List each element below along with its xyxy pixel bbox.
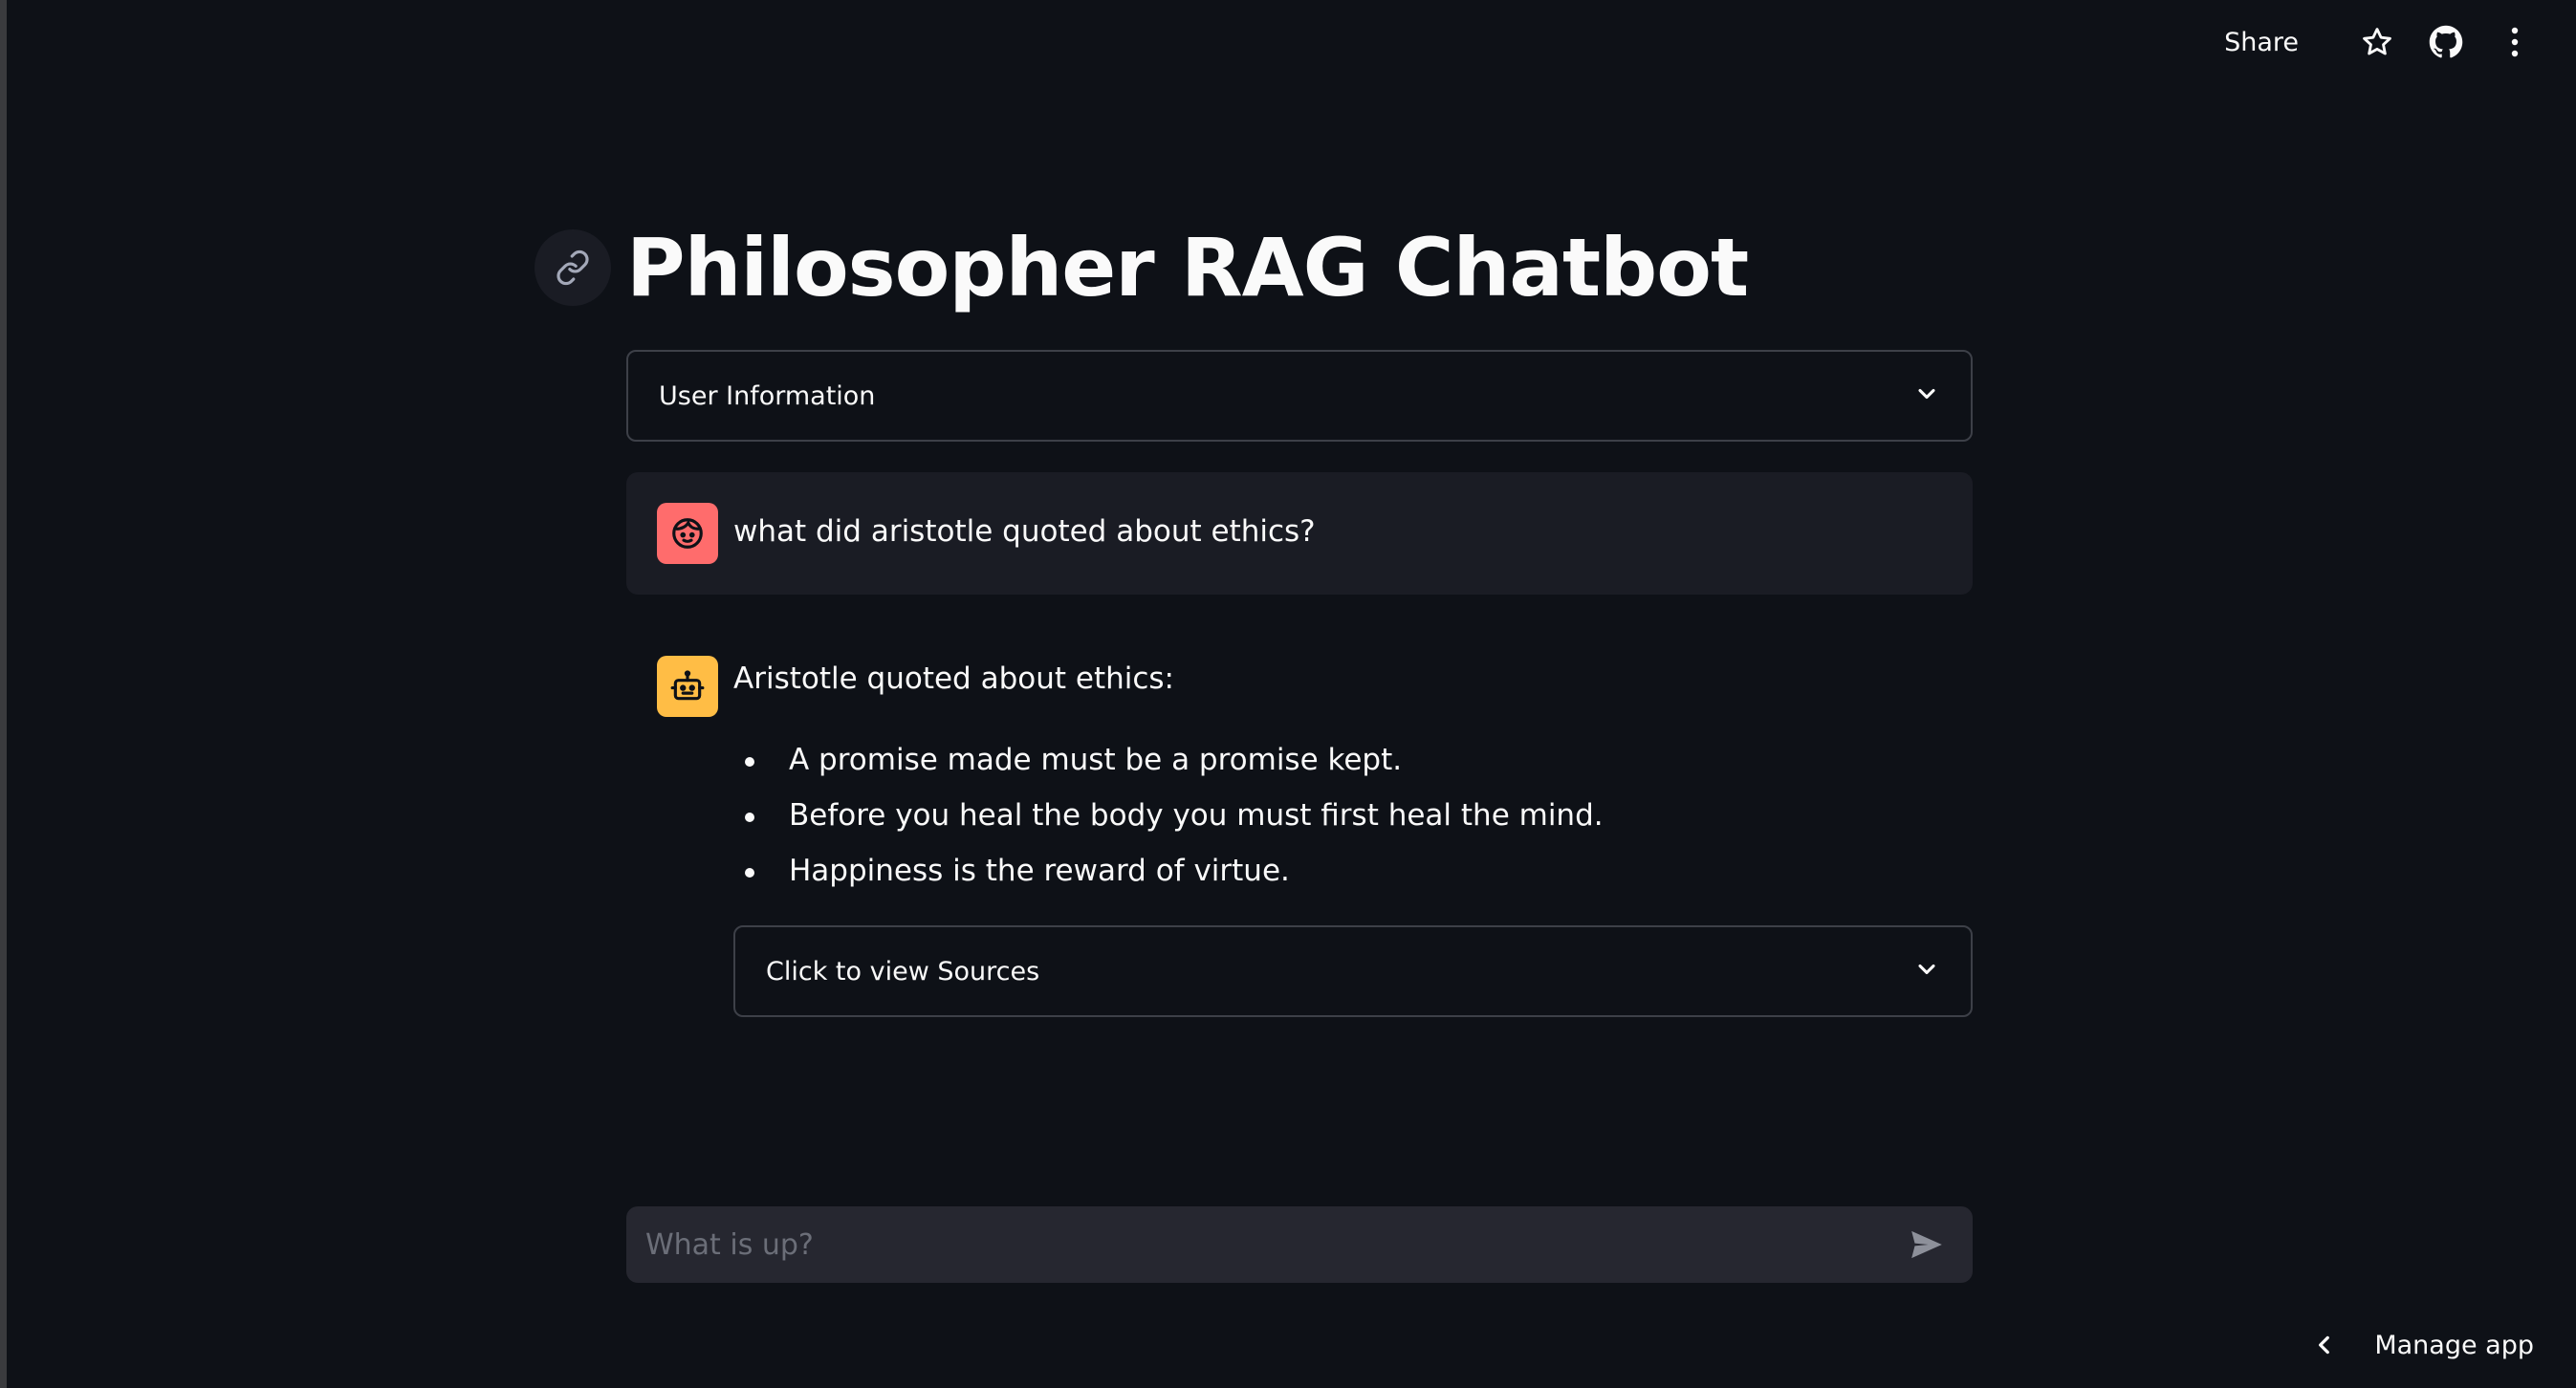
- sources-expander[interactable]: Click to view Sources: [733, 925, 1973, 1017]
- chat-message-user: what did aristotle quoted about ethics?: [626, 472, 1973, 595]
- sources-expander-label: Click to view Sources: [766, 956, 1040, 987]
- manage-app-button[interactable]: Manage app: [2307, 1321, 2534, 1369]
- page-title-row: Philosopher RAG Chatbot: [535, 220, 1749, 315]
- user-face-icon: [657, 503, 718, 564]
- list-item: Before you heal the body you must first …: [735, 792, 1604, 847]
- assistant-message-intro: Aristotle quoted about ethics:: [733, 661, 1175, 696]
- chat-input-container: [626, 1206, 1973, 1283]
- page-title: Philosopher RAG Chatbot: [626, 221, 1749, 314]
- send-icon[interactable]: [1904, 1222, 1950, 1268]
- assistant-quote-list: A promise made must be a promise kept. B…: [735, 736, 1604, 902]
- share-button[interactable]: Share: [2209, 28, 2314, 57]
- more-vertical-icon[interactable]: [2492, 19, 2538, 65]
- chevron-down-icon: [1913, 380, 1940, 411]
- star-icon[interactable]: [2354, 19, 2400, 65]
- header-toolbar: Share: [2209, 19, 2538, 65]
- user-information-expander[interactable]: User Information: [626, 350, 1973, 442]
- user-message-text: what did aristotle quoted about ethics?: [733, 514, 1316, 549]
- chevron-left-icon: [2307, 1328, 2342, 1362]
- chat-input[interactable]: [644, 1226, 1904, 1263]
- list-item: A promise made must be a promise kept.: [735, 736, 1604, 792]
- github-icon[interactable]: [2423, 19, 2469, 65]
- user-information-label: User Information: [659, 380, 876, 411]
- link-icon[interactable]: [535, 229, 611, 306]
- list-item: Happiness is the reward of virtue.: [735, 847, 1604, 902]
- app-window: Share Philosopher RAG Chatbot User Infor…: [0, 0, 2576, 1388]
- chevron-down-icon: [1913, 956, 1940, 987]
- manage-app-label: Manage app: [2374, 1330, 2534, 1360]
- robot-icon: [657, 656, 718, 717]
